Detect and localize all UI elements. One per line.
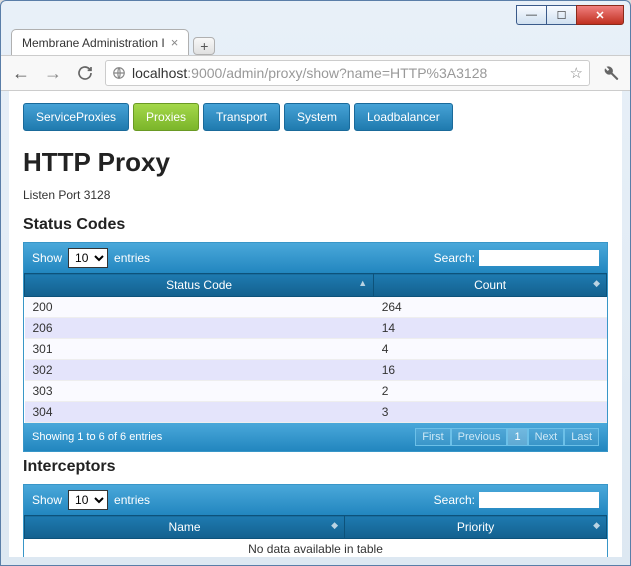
window-titlebar: — ☐ ✕	[1, 1, 630, 29]
table-row: 3043	[25, 402, 607, 423]
menu-loadbalancer[interactable]: Loadbalancer	[354, 103, 453, 131]
new-tab-button[interactable]: +	[193, 37, 215, 55]
page-title: HTTP Proxy	[23, 147, 608, 178]
entries-label: entries	[114, 251, 150, 265]
search-input[interactable]	[479, 250, 599, 266]
table-row: 3014	[25, 339, 607, 360]
search-label: Search:	[434, 251, 475, 265]
cell-code: 302	[25, 360, 374, 381]
page-content: ServiceProxies Proxies Transport System …	[9, 91, 622, 557]
sort-both-icon: ◆	[593, 520, 600, 531]
interceptors-topbar: Show 10 entries Search:	[24, 485, 607, 515]
menu-serviceproxies[interactable]: ServiceProxies	[23, 103, 129, 131]
cell-code: 303	[25, 381, 374, 402]
cell-count: 14	[374, 318, 607, 339]
pager: First Previous 1 Next Last	[415, 428, 599, 446]
col-name[interactable]: Name◆	[25, 516, 345, 539]
status-codes-topbar: Show 10 entries Search:	[24, 243, 607, 273]
url-text: localhost:9000/admin/proxy/show?name=HTT…	[132, 65, 487, 81]
back-button[interactable]: ←	[9, 61, 33, 85]
bookmark-star-icon[interactable]: ☆	[570, 64, 583, 82]
table-info: Showing 1 to 6 of 6 entries	[32, 431, 162, 443]
menu-transport[interactable]: Transport	[203, 103, 280, 131]
entries-label: entries	[114, 493, 150, 507]
search-input[interactable]	[479, 492, 599, 508]
settings-wrench-icon[interactable]	[598, 61, 622, 85]
status-codes-table: Status Code▲ Count◆ 20026420614301430216…	[24, 273, 607, 423]
status-codes-table-wrap: Show 10 entries Search: Status Code▲ Cou…	[23, 242, 608, 452]
status-codes-footer: Showing 1 to 6 of 6 entries First Previo…	[24, 423, 607, 451]
pager-next[interactable]: Next	[528, 428, 565, 446]
url-bar[interactable]: localhost:9000/admin/proxy/show?name=HTT…	[105, 60, 590, 86]
col-priority[interactable]: Priority◆	[345, 516, 607, 539]
cell-count: 4	[374, 339, 607, 360]
cell-code: 301	[25, 339, 374, 360]
browser-tab[interactable]: Membrane Administration I ×	[11, 29, 189, 55]
forward-button[interactable]: →	[41, 61, 65, 85]
menu-system[interactable]: System	[284, 103, 350, 131]
sort-both-icon: ◆	[331, 520, 338, 531]
sort-both-icon: ◆	[593, 278, 600, 289]
pager-first[interactable]: First	[415, 428, 450, 446]
cell-code: 206	[25, 318, 374, 339]
page-size-select[interactable]: 10	[68, 490, 108, 510]
window-maximize-button[interactable]: ☐	[546, 5, 576, 25]
browser-window: — ☐ ✕ Membrane Administration I × + ← → …	[0, 0, 631, 566]
cell-count: 2	[374, 381, 607, 402]
listen-port: Listen Port 3128	[23, 188, 608, 202]
show-label: Show	[32, 251, 62, 265]
globe-icon	[112, 66, 126, 80]
window-minimize-button[interactable]: —	[516, 5, 546, 25]
sort-asc-icon: ▲	[358, 278, 367, 288]
table-row: 30216	[25, 360, 607, 381]
tab-title: Membrane Administration I	[22, 36, 165, 50]
pager-previous[interactable]: Previous	[451, 428, 508, 446]
browser-toolbar: ← → localhost:9000/admin/proxy/show?name…	[1, 55, 630, 91]
interceptors-heading: Interceptors	[23, 458, 608, 476]
cell-code: 200	[25, 297, 374, 318]
col-count[interactable]: Count◆	[374, 274, 607, 297]
col-status-code[interactable]: Status Code▲	[25, 274, 374, 297]
page-size-select[interactable]: 10	[68, 248, 108, 268]
table-row: 20614	[25, 318, 607, 339]
table-row: 3032	[25, 381, 607, 402]
status-codes-heading: Status Codes	[23, 216, 608, 234]
reload-button[interactable]	[73, 61, 97, 85]
pager-last[interactable]: Last	[564, 428, 599, 446]
table-row: 200264	[25, 297, 607, 318]
cell-code: 304	[25, 402, 374, 423]
tab-close-icon[interactable]: ×	[171, 35, 179, 50]
cell-count: 3	[374, 402, 607, 423]
cell-count: 16	[374, 360, 607, 381]
browser-tabstrip: Membrane Administration I × +	[1, 29, 630, 55]
interceptors-table: Name◆ Priority◆ No data available in tab…	[24, 515, 607, 557]
pager-page-1[interactable]: 1	[507, 428, 527, 446]
search-label: Search:	[434, 493, 475, 507]
interceptors-table-wrap: Show 10 entries Search: Name◆ Priority◆ …	[23, 484, 608, 557]
window-close-button[interactable]: ✕	[576, 5, 624, 25]
cell-count: 264	[374, 297, 607, 318]
admin-menubar: ServiceProxies Proxies Transport System …	[23, 103, 608, 131]
menu-proxies[interactable]: Proxies	[133, 103, 199, 131]
show-label: Show	[32, 493, 62, 507]
no-data-row: No data available in table	[25, 539, 607, 558]
